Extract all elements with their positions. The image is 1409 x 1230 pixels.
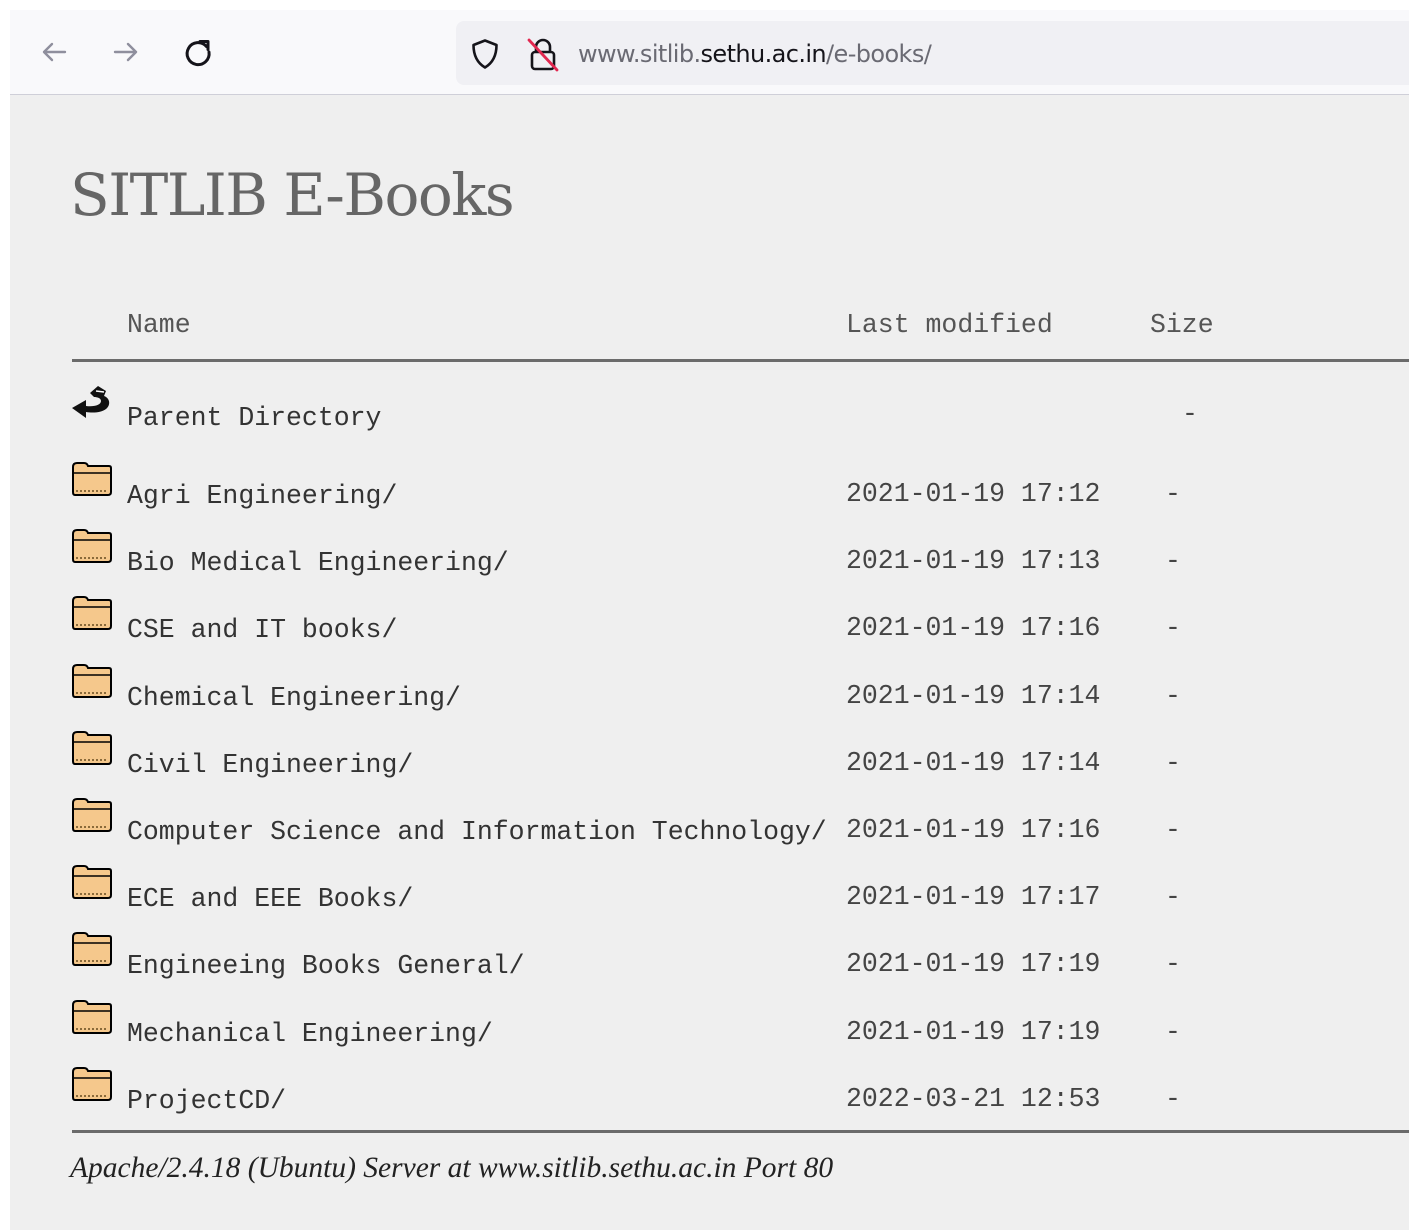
table-row: ProjectCD/ 2022-03-21 12:53 -	[10, 1065, 1409, 1129]
folder-link[interactable]: Chemical Engineering/	[127, 682, 461, 714]
last-modified: 2021-01-19 17:17	[846, 882, 1101, 912]
table-row: ECE and EEE Books/ 2021-01-19 17:17 -	[10, 863, 1409, 927]
address-bar[interactable]: www.sitlib.sethu.ac.in/e-books/	[456, 21, 1409, 85]
last-modified: 2021-01-19 17:12	[846, 479, 1101, 509]
column-header-size[interactable]: Size	[1150, 309, 1214, 341]
url-prefix: www.sitlib.	[578, 40, 701, 68]
parent-directory-link[interactable]: Parent Directory	[127, 402, 381, 434]
parent-directory-size: -	[1182, 399, 1198, 429]
column-header-last-modified[interactable]: Last modified	[846, 309, 1053, 341]
parent-directory-row: Parent Directory -	[10, 382, 1409, 446]
last-modified: 2021-01-19 17:16	[846, 815, 1101, 845]
folder-link[interactable]: ProjectCD/	[127, 1085, 286, 1117]
size: -	[1165, 949, 1181, 979]
size: -	[1165, 613, 1181, 643]
folder-icon	[72, 865, 112, 899]
folder-link[interactable]: ECE and EEE Books/	[127, 883, 413, 915]
footer-divider	[72, 1130, 1409, 1133]
folder-icon	[72, 932, 112, 966]
folder-link[interactable]: Bio Medical Engineering/	[127, 547, 509, 579]
last-modified: 2021-01-19 17:19	[846, 1017, 1101, 1047]
last-modified: 2021-01-19 17:16	[846, 613, 1101, 643]
folder-link[interactable]: Engineeing Books General/	[127, 950, 525, 982]
last-modified: 2021-01-19 17:19	[846, 949, 1101, 979]
last-modified: 2021-01-19 17:14	[846, 681, 1101, 711]
folder-icon	[72, 798, 112, 832]
folder-link[interactable]: Mechanical Engineering/	[127, 1018, 493, 1050]
url-path: /e-books/	[826, 40, 932, 68]
server-signature: Apache/2.4.18 (Ubuntu) Server at www.sit…	[70, 1152, 834, 1184]
back-arrow-icon	[72, 386, 110, 418]
insecure-lock-icon[interactable]	[526, 37, 560, 73]
table-row: Civil Engineering/ 2021-01-19 17:14 -	[10, 729, 1409, 793]
url-text[interactable]: www.sitlib.sethu.ac.in/e-books/	[578, 40, 932, 68]
browser-window: www.sitlib.sethu.ac.in/e-books/ SITLIB E…	[10, 10, 1409, 1230]
column-header-name[interactable]: Name	[127, 309, 191, 341]
folder-icon	[72, 529, 112, 563]
last-modified: 2021-01-19 17:13	[846, 546, 1101, 576]
back-button[interactable]	[34, 32, 74, 72]
page-title: SITLIB E-Books	[70, 161, 515, 229]
last-modified: 2021-01-19 17:14	[846, 748, 1101, 778]
size: -	[1165, 748, 1181, 778]
last-modified: 2022-03-21 12:53	[846, 1084, 1101, 1114]
folder-link[interactable]: Agri Engineering/	[127, 480, 397, 512]
folder-icon	[72, 731, 112, 765]
folder-icon	[72, 596, 112, 630]
arrow-left-icon	[42, 42, 67, 62]
reload-button[interactable]	[178, 32, 218, 72]
url-domain: sethu.ac.in	[700, 40, 827, 68]
table-row: Engineeing Books General/ 2021-01-19 17:…	[10, 930, 1409, 994]
folder-link[interactable]: Computer Science and Information Technol…	[127, 816, 827, 848]
size: -	[1165, 479, 1181, 509]
table-row: Bio Medical Engineering/ 2021-01-19 17:1…	[10, 527, 1409, 591]
folder-icon	[72, 1000, 112, 1034]
shield-icon[interactable]	[470, 38, 500, 70]
table-row: Computer Science and Information Technol…	[10, 796, 1409, 860]
size: -	[1165, 815, 1181, 845]
size: -	[1165, 1017, 1181, 1047]
table-row: Chemical Engineering/ 2021-01-19 17:14 -	[10, 662, 1409, 726]
table-row: Mechanical Engineering/ 2021-01-19 17:19…	[10, 998, 1409, 1062]
header-divider	[72, 359, 1409, 362]
reload-icon	[185, 40, 211, 67]
browser-toolbar: www.sitlib.sethu.ac.in/e-books/	[10, 10, 1409, 95]
forward-button[interactable]	[106, 32, 146, 72]
folder-link[interactable]: CSE and IT books/	[127, 614, 397, 646]
size: -	[1165, 1084, 1181, 1114]
folder-icon	[72, 462, 112, 496]
size: -	[1165, 882, 1181, 912]
folder-link[interactable]: Civil Engineering/	[127, 749, 413, 781]
table-row: Agri Engineering/ 2021-01-19 17:12 -	[10, 460, 1409, 524]
size: -	[1165, 546, 1181, 576]
size: -	[1165, 681, 1181, 711]
arrow-right-icon	[113, 42, 138, 62]
table-row: CSE and IT books/ 2021-01-19 17:16 -	[10, 594, 1409, 658]
folder-icon	[72, 664, 112, 698]
folder-icon	[72, 1067, 112, 1101]
